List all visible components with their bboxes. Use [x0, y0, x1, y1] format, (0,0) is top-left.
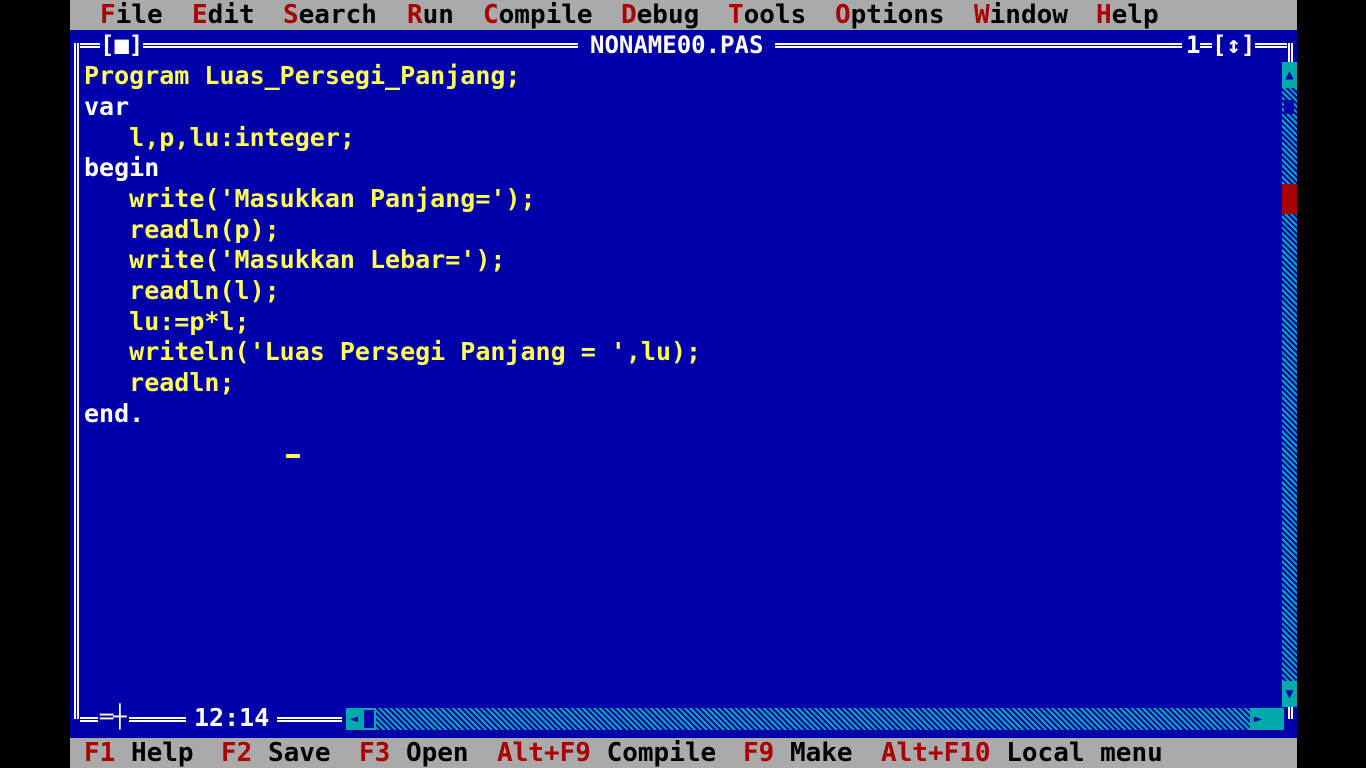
cursor-position: 12:14 [186, 703, 278, 733]
status-local-menu[interactable]: Alt+F10 Local menu [881, 738, 1163, 768]
scroll-up-arrow-icon[interactable]: ▲ [1282, 62, 1297, 88]
menu-options[interactable]: Options [835, 0, 945, 30]
menu-tools[interactable]: Tools [728, 0, 806, 30]
turbo-pascal-ide: File Edit Search Run Compile Debug Tools… [70, 0, 1297, 768]
menu-search[interactable]: Search [283, 0, 377, 30]
vertical-scroll-thumb[interactable] [1282, 184, 1297, 214]
code-line[interactable]: writeln('Luas Persegi Panjang = ',lu); [84, 337, 701, 367]
vertical-scrollbar[interactable]: ▲ ▼ [1282, 62, 1297, 707]
code-line[interactable]: var [84, 92, 129, 122]
code-line[interactable]: lu:=p*l; [84, 307, 249, 337]
close-box-icon[interactable]: [■] [100, 30, 144, 60]
code-line[interactable]: readln(p); [84, 215, 280, 245]
code-line[interactable]: end. [84, 399, 144, 429]
resize-corner-icon[interactable]: ═┼ [98, 703, 129, 733]
editor-window: [■] NONAME00.PAS 1 [↕] Program Luas_Pers… [70, 30, 1297, 738]
scroll-left-arrow-icon[interactable]: ◄ [346, 708, 362, 730]
window-resize-handle[interactable] [1266, 708, 1284, 730]
code-line[interactable]: l,p,lu:integer; [84, 123, 355, 153]
menu-help[interactable]: Help [1096, 0, 1159, 30]
code-line[interactable]: write('Masukkan Lebar='); [84, 245, 505, 275]
status-open[interactable]: F3 Open [359, 738, 469, 768]
close-box-label: [■] [100, 31, 144, 59]
horizontal-scroll-thumb[interactable] [362, 708, 376, 730]
status-save[interactable]: F2 Save [221, 738, 331, 768]
code-line[interactable]: Program Luas_Persegi_Panjang; [84, 61, 521, 91]
scroll-down-arrow-icon[interactable]: ▼ [1282, 681, 1297, 707]
text-cursor [286, 454, 300, 458]
status-bar: F1 Help F2 Save F3 Open Alt+F9 Compile F… [70, 738, 1297, 768]
scroll-right-arrow-icon[interactable]: ► [1250, 708, 1266, 730]
menu-bar: File Edit Search Run Compile Debug Tools… [70, 0, 1297, 30]
status-help[interactable]: F1 Help [84, 738, 194, 768]
status-compile[interactable]: Alt+F9 Compile [497, 738, 716, 768]
menu-window[interactable]: Window [974, 0, 1068, 30]
window-number: 1 [1182, 30, 1201, 60]
window-title: NONAME00.PAS [578, 30, 776, 60]
menu-file[interactable]: File [100, 0, 163, 30]
status-make[interactable]: F9 Make [743, 738, 853, 768]
menu-compile[interactable]: Compile [483, 0, 593, 30]
menu-edit[interactable]: Edit [192, 0, 255, 30]
code-line[interactable]: readln; [84, 368, 234, 398]
code-editor[interactable]: Program Luas_Persegi_Panjang; var l,p,lu… [84, 61, 1274, 711]
window-frame-left [74, 43, 79, 719]
code-line[interactable]: write('Masukkan Panjang='); [84, 184, 535, 214]
menu-debug[interactable]: Debug [621, 0, 699, 30]
zoom-box-icon[interactable]: [↕] [1212, 30, 1256, 60]
menu-run[interactable]: Run [407, 0, 454, 30]
zoom-box-label: [↕] [1212, 31, 1256, 59]
scroll-position-marker [1284, 100, 1294, 114]
code-line[interactable]: begin [84, 153, 159, 183]
code-line[interactable]: readln(l); [84, 276, 280, 306]
horizontal-scrollbar[interactable]: ◄ ► [346, 708, 1266, 730]
